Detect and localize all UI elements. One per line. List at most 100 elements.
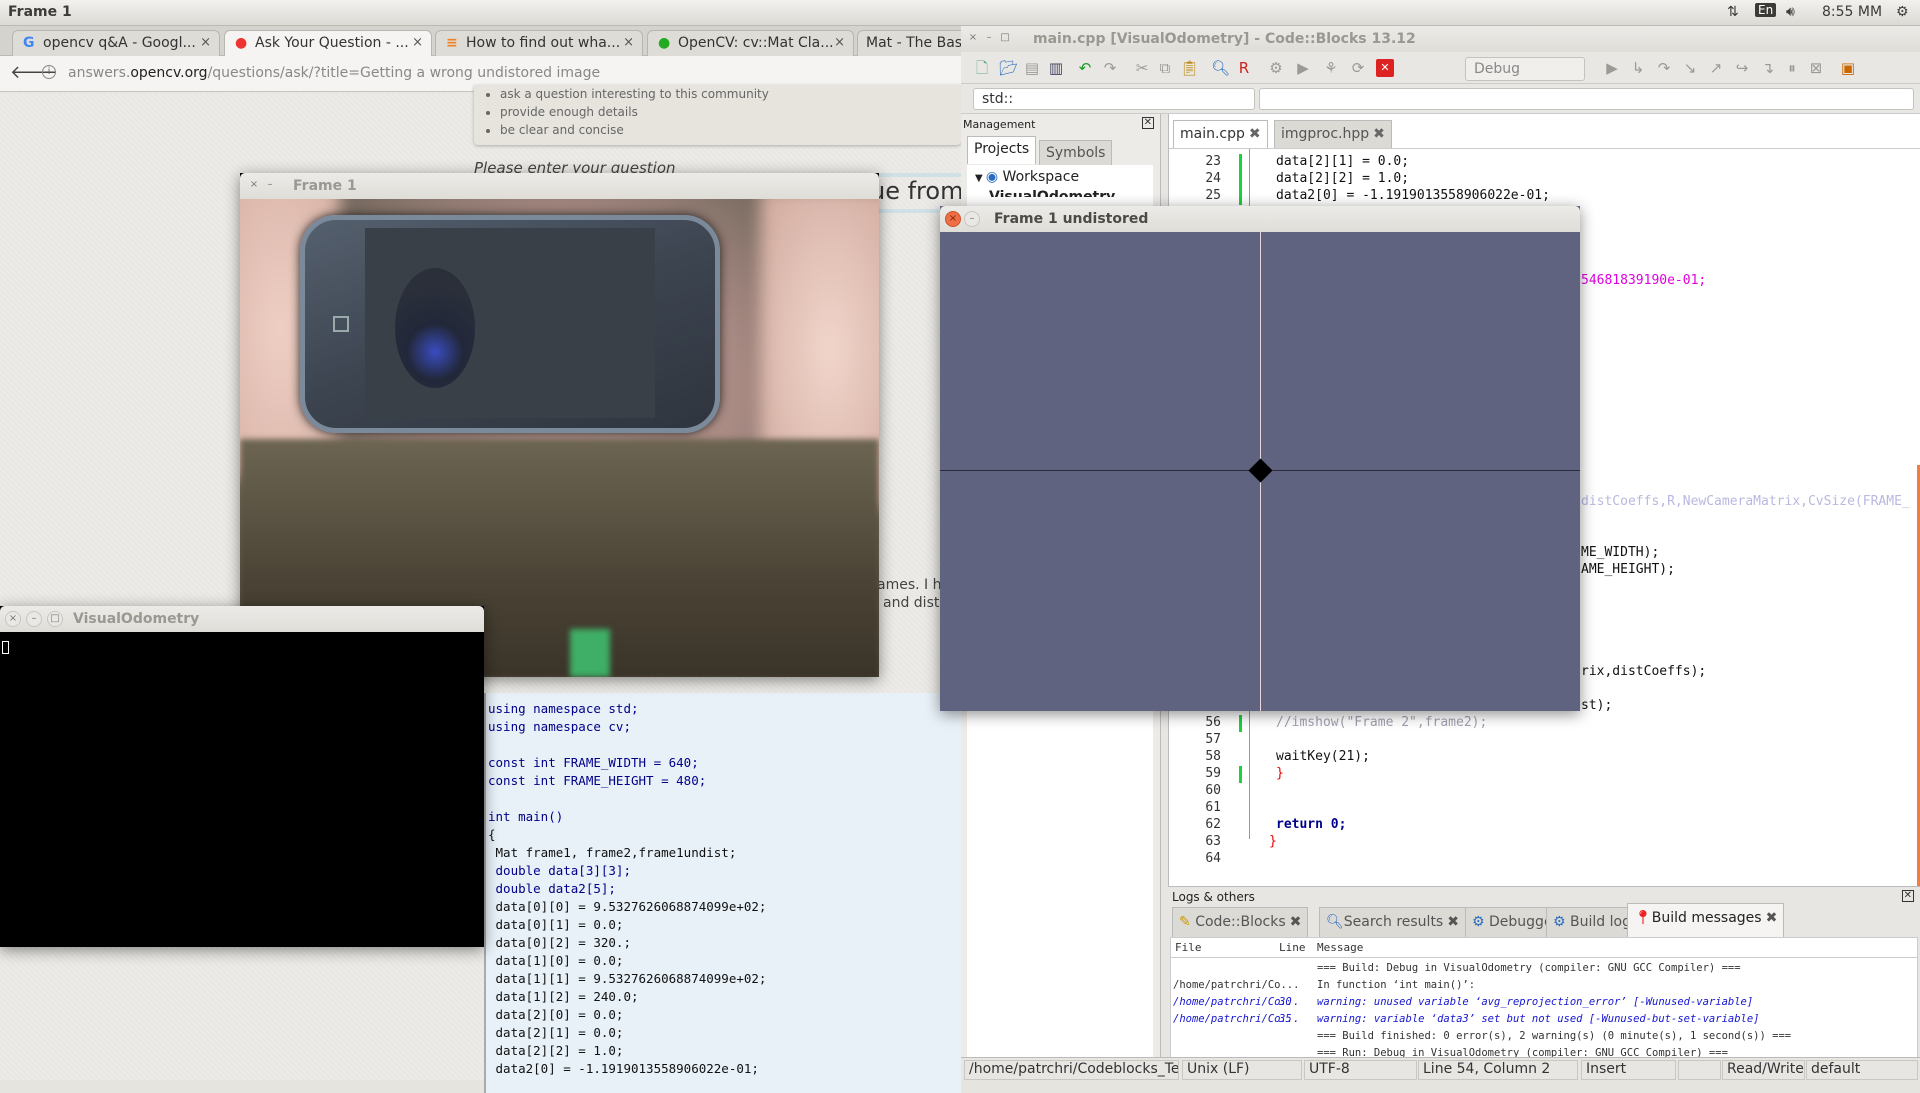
tab-label: main.cpp — [1180, 126, 1245, 142]
question-title-text: ue from — [870, 177, 961, 205]
expand-arrow-icon[interactable]: ▼ — [975, 173, 986, 184]
close-panel-icon[interactable]: ✕ — [1141, 117, 1154, 129]
network-icon[interactable]: ⇅ — [1727, 4, 1739, 20]
paste-icon[interactable]: 📋︎ — [1180, 59, 1199, 77]
undistored-titlebar[interactable]: × – Frame 1 undistored — [940, 206, 1580, 232]
volume-icon[interactable]: 🔊︎ — [1786, 4, 1795, 20]
change-marker — [1239, 715, 1242, 732]
frame1-titlebar[interactable]: × – Frame 1 — [240, 173, 879, 199]
browser-tab-mat-basic[interactable]: Mat - The Basic — [857, 30, 967, 56]
minimize-window-button[interactable]: – — [262, 178, 278, 194]
close-tab-icon[interactable]: ✖ — [1373, 126, 1385, 142]
code-line[interactable]: waitKey(21); — [1276, 749, 1370, 764]
browser-tab-stackoverflow[interactable]: ≡ How to find out wha... × — [435, 30, 643, 56]
undo-icon[interactable]: ↶ — [1076, 59, 1094, 77]
tab-symbols[interactable]: Symbols — [1039, 140, 1113, 166]
build-icon[interactable]: ⚙ — [1267, 59, 1285, 77]
pause-icon[interactable]: ⏸ — [1783, 59, 1801, 77]
maximize-window-button[interactable]: □ — [997, 31, 1013, 47]
code-line[interactable]: data2[0] = -1.1919013558906022e-01; — [1276, 188, 1550, 203]
column-header-file[interactable]: File — [1175, 941, 1202, 954]
build-message-row[interactable]: /home/patrchri/Co... In function ‘int mai… — [1171, 979, 1917, 996]
tab-search-results[interactable]: 🔍︎Search results ✖ — [1319, 907, 1466, 937]
run-to-cursor-icon[interactable]: ↳ — [1629, 59, 1647, 77]
redo-icon[interactable]: ↷ — [1101, 59, 1119, 77]
keyboard-layout-indicator[interactable]: En — [1755, 3, 1777, 17]
cut-icon[interactable]: ✂ — [1133, 59, 1151, 77]
build-message-row[interactable]: === Build finished: 0 error(s), 2 warnin… — [1171, 1030, 1917, 1047]
copy-icon[interactable]: ⧉ — [1156, 59, 1174, 77]
build-target-select[interactable]: Debug — [1465, 57, 1585, 81]
browser-tab-google[interactable]: Gopencv q&A - Googl... × — [12, 30, 220, 56]
codeblocks-titlebar[interactable]: × – □ main.cpp [VisualOdometry] - Code::… — [961, 26, 1920, 52]
close-window-button[interactable]: × — [246, 178, 262, 194]
code-line[interactable]: data[2][1] = 0.0; — [1276, 154, 1409, 169]
url-input[interactable]: answers.opencv.org/questions/ask/?title=… — [68, 65, 600, 81]
step-into-icon[interactable]: ↘ — [1681, 59, 1699, 77]
rebuild-icon[interactable]: ⟳ — [1349, 59, 1367, 77]
close-window-button[interactable]: × — [965, 31, 981, 47]
close-tab-icon[interactable]: × — [200, 35, 211, 50]
save-all-icon[interactable]: ▥ — [1047, 59, 1065, 77]
find-icon[interactable]: 🔍︎ — [1211, 59, 1230, 77]
code-line[interactable]: } — [1269, 834, 1277, 849]
close-tab-icon[interactable]: ✖ — [1447, 914, 1459, 930]
code-line: using namespace cv; — [488, 719, 631, 734]
scope-select[interactable]: std:: — [973, 88, 1255, 110]
tab-codeblocks-log[interactable]: ✎ Code::Blocks ✖ — [1172, 907, 1309, 937]
google-icon: G — [23, 35, 35, 51]
replace-icon[interactable]: R — [1235, 59, 1253, 77]
close-panel-icon[interactable]: ✕ — [1901, 890, 1914, 902]
close-tab-icon[interactable]: ✖ — [1766, 910, 1778, 926]
stop-debug-icon[interactable]: ⊠ — [1807, 59, 1825, 77]
step-instruction-icon[interactable]: ↴ — [1759, 59, 1777, 77]
save-icon[interactable]: ▤ — [1023, 59, 1041, 77]
next-line-icon[interactable]: ↷ — [1655, 59, 1673, 77]
editor-tab-main-cpp[interactable]: main.cpp ✖ — [1173, 120, 1268, 148]
debug-windows-icon[interactable]: ▣ — [1839, 59, 1857, 77]
build-message-row[interactable]: === Build: Debug in VisualOdometry (comp… — [1171, 962, 1917, 979]
browser-tab-ask-question[interactable]: ● Ask Your Question - ... × — [224, 30, 432, 57]
browser-tab-strip: Gopencv q&A - Googl... × ● Ask Your Questi… — [0, 26, 967, 57]
code-line: data[2][0] = 0.0; — [488, 1007, 624, 1022]
code-line[interactable]: } — [1276, 766, 1284, 781]
open-file-icon[interactable]: 📂︎ — [999, 59, 1018, 77]
clock[interactable]: 8:55 MM — [1822, 4, 1882, 20]
code-line[interactable]: data[2][2] = 1.0; — [1276, 171, 1409, 186]
tree-item-project[interactable]: VisualOdometry — [989, 189, 1115, 197]
close-tab-icon[interactable]: ✖ — [1290, 914, 1302, 930]
close-window-button[interactable]: × — [945, 211, 961, 227]
tab-projects[interactable]: Projects — [967, 136, 1037, 164]
close-tab-icon[interactable]: × — [834, 35, 845, 50]
code-line[interactable]: //imshow("Frame 2",frame2); — [1276, 715, 1487, 730]
close-tab-icon[interactable]: ✖ — [1249, 126, 1261, 142]
build-message-row[interactable]: /home/patrchri/Co... 35 warning: variable … — [1171, 1013, 1917, 1030]
new-file-icon[interactable]: 🗋 — [973, 59, 991, 77]
tree-item-workspace[interactable]: ▼ ◉ Workspace — [975, 169, 1079, 185]
minimize-window-button[interactable]: – — [964, 211, 980, 227]
console-titlebar[interactable]: × – □ VisualOdometry — [0, 606, 484, 632]
function-select[interactable] — [1259, 88, 1914, 110]
window-title: VisualOdometry — [73, 611, 200, 627]
step-out-icon[interactable]: ↗ — [1707, 59, 1725, 77]
build-message-row[interactable]: /home/patrchri/Co... 30 warning: unused va… — [1171, 996, 1917, 1013]
info-icon[interactable]: i — [42, 65, 56, 79]
tab-build-messages[interactable]: 📍︎Build messages ✖ — [1627, 903, 1785, 937]
debug-run-icon[interactable]: ▶ — [1603, 59, 1621, 77]
close-tab-icon[interactable]: × — [623, 35, 634, 50]
run-icon[interactable]: ▶ — [1294, 59, 1312, 77]
minimize-window-button[interactable]: – — [26, 611, 42, 627]
close-tab-icon[interactable]: × — [412, 35, 423, 50]
column-header-line[interactable]: Line — [1279, 941, 1306, 954]
minimize-window-button[interactable]: – — [981, 31, 997, 47]
settings-gear-icon[interactable]: ⚙ — [1896, 4, 1909, 20]
browser-tab-opencv-mat[interactable]: ● OpenCV: cv::Mat Cla... × — [647, 30, 854, 56]
build-run-icon[interactable]: ⚘ — [1322, 59, 1340, 77]
maximize-window-button[interactable]: □ — [47, 611, 63, 627]
next-instruction-icon[interactable]: ↪ — [1733, 59, 1751, 77]
abort-icon[interactable]: ✕ — [1376, 59, 1394, 77]
editor-tab-imgproc-hpp[interactable]: imgproc.hpp ✖ — [1274, 120, 1392, 148]
column-header-message[interactable]: Message — [1317, 941, 1363, 954]
code-line[interactable]: return 0; — [1276, 817, 1346, 832]
close-window-button[interactable]: × — [5, 611, 21, 627]
